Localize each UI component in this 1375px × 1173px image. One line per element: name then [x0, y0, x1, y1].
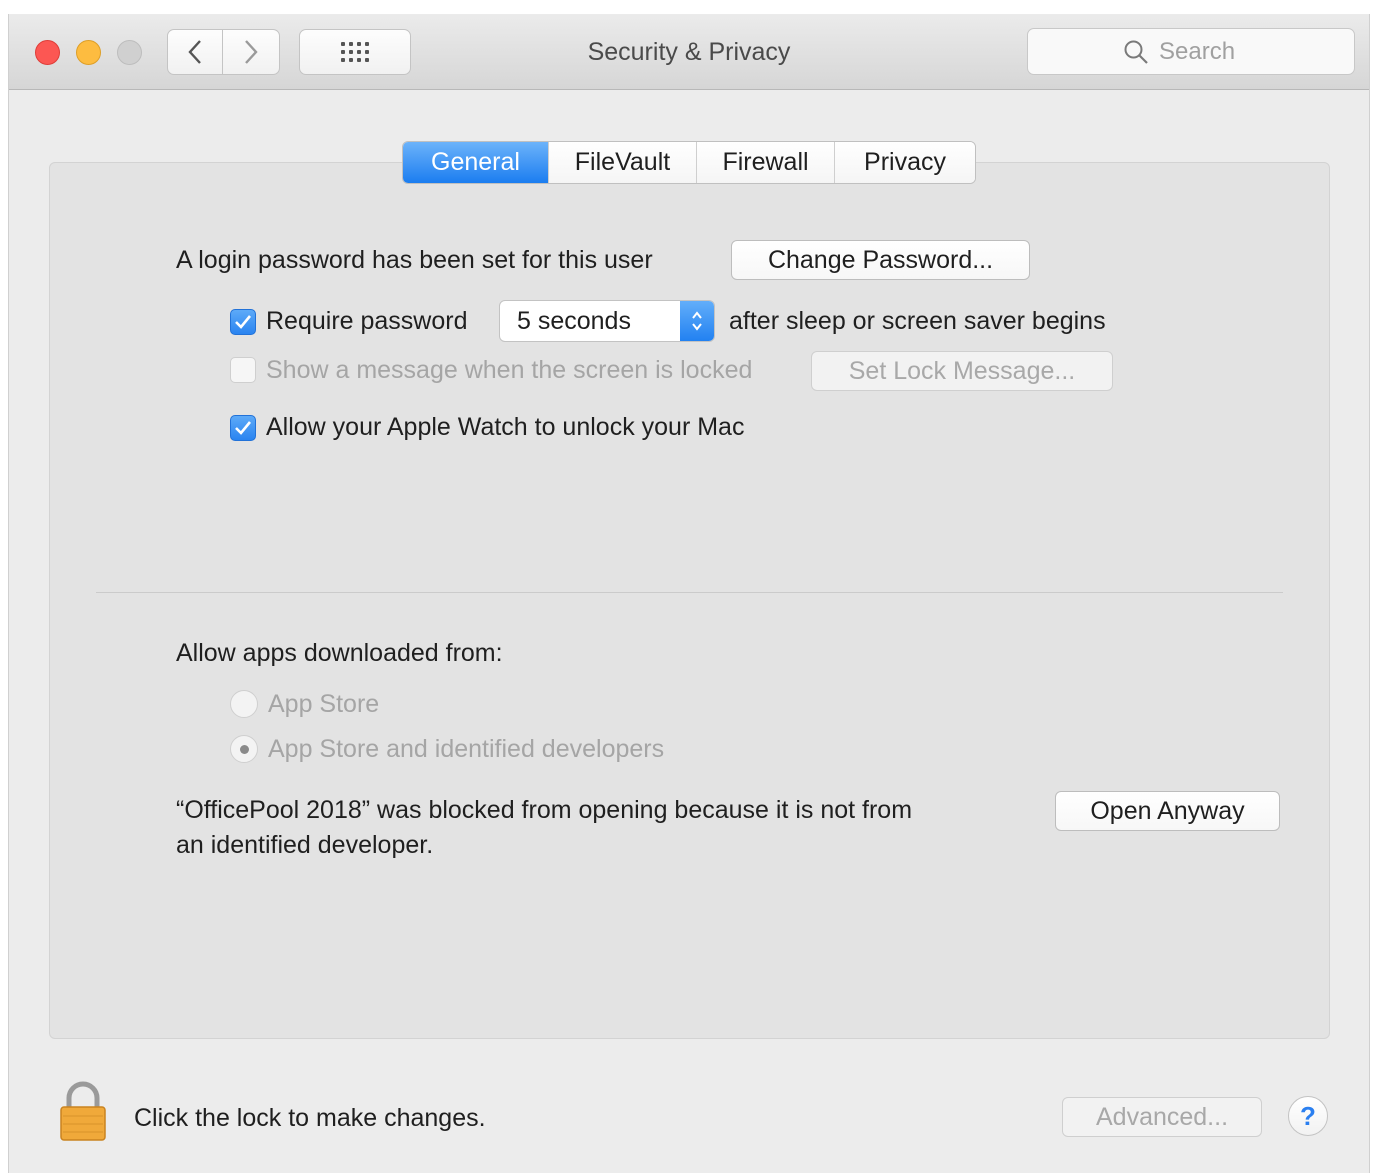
help-button[interactable]: ? [1288, 1096, 1328, 1136]
open-anyway-button[interactable]: Open Anyway [1055, 791, 1280, 831]
apple-watch-unlock-label: Allow your Apple Watch to unlock your Ma… [266, 413, 745, 441]
apple-watch-unlock-checkbox[interactable] [230, 415, 256, 441]
search-field[interactable] [1027, 28, 1355, 75]
radio-app-store[interactable] [230, 690, 258, 718]
require-password-delay-select[interactable]: 5 seconds [499, 300, 715, 342]
title-bar: Security & Privacy [9, 14, 1369, 90]
tab-firewall[interactable]: Firewall [697, 142, 835, 183]
help-icon: ? [1300, 1100, 1316, 1131]
lock-message-checkbox[interactable] [230, 357, 256, 383]
set-lock-message-button[interactable]: Set Lock Message... [811, 351, 1113, 391]
blocked-app-message-line1: “OfficePool 2018” was blocked from openi… [176, 796, 913, 824]
popup-arrows-icon [680, 301, 714, 341]
allow-apps-heading: Allow apps downloaded from: [176, 639, 503, 667]
radio-app-store-label: App Store [268, 690, 380, 718]
radio-app-store-identified-label: App Store and identified developers [268, 735, 665, 763]
tab-general[interactable]: General [403, 142, 549, 183]
search-input[interactable] [1159, 37, 1259, 66]
lock-status-text: Click the lock to make changes. [134, 1104, 486, 1132]
tab-privacy[interactable]: Privacy [835, 142, 975, 183]
tab-bar: General FileVault Firewall Privacy [402, 141, 976, 184]
security-privacy-window: Security & Privacy General FileVault Fir… [8, 14, 1370, 1173]
lock-message-label: Show a message when the screen is locked [266, 356, 753, 384]
blocked-app-message-line2: an identified developer. [176, 831, 434, 859]
radio-app-store-identified[interactable] [230, 735, 258, 763]
require-password-suffix: after sleep or screen saver begins [729, 307, 1106, 335]
radio-selected-dot [239, 744, 249, 754]
search-icon [1124, 40, 1148, 64]
change-password-button[interactable]: Change Password... [731, 240, 1030, 280]
login-password-text: A login password has been set for this u… [176, 246, 653, 274]
checkmark-icon [235, 421, 252, 435]
checkmark-icon [235, 315, 252, 329]
require-password-checkbox[interactable] [230, 309, 256, 335]
require-password-label: Require password [266, 307, 468, 335]
section-divider [96, 592, 1283, 593]
advanced-button[interactable]: Advanced... [1062, 1097, 1262, 1137]
delay-value: 5 seconds [517, 306, 631, 335]
lock-icon[interactable] [59, 1080, 107, 1147]
general-tab-panel [49, 162, 1330, 1039]
tab-filevault[interactable]: FileVault [549, 142, 697, 183]
